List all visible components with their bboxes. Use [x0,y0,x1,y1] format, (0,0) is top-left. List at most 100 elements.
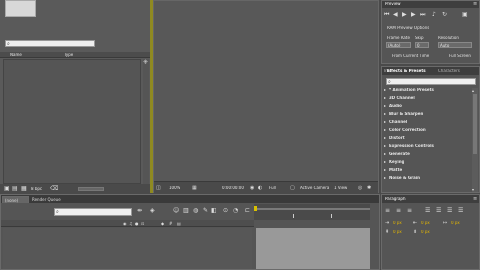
layer-list[interactable] [3,228,252,269]
ram-preview-options-label[interactable]: RAM Preview Options [387,26,429,30]
camera-dropdown[interactable]: Active Camera [300,186,330,190]
justify-last-center-icon[interactable]: ☰ [436,207,441,214]
justify-all-icon[interactable]: ☰ [458,207,463,214]
play-icon[interactable]: ▶ [402,11,407,18]
ram-preview-icon[interactable]: ▣ [462,11,468,18]
timeline-scrollbar[interactable] [371,220,378,269]
loop-icon[interactable]: ↻ [442,11,447,18]
effects-tab-strip: Info Effects & Presets Characters [382,67,479,75]
brainstorm-icon[interactable]: ✎ [203,207,208,214]
last-frame-icon[interactable]: ⏭ [420,11,425,19]
timecode-display[interactable]: 0:00:00:00 [222,186,244,190]
previous-frame-icon[interactable]: ◀ [393,11,398,18]
interpret-footage-icon[interactable]: ▣ [4,185,10,192]
justify-last-left-icon[interactable]: ☰ [425,207,430,214]
audio-switch-icon[interactable]: ♫ [129,221,133,226]
effects-category[interactable]: ▸ Blur & Sharpen [384,112,470,118]
tab-render-queue[interactable]: Render Queue [30,196,74,203]
effects-category[interactable]: ▸ Distort [384,136,470,142]
mute-audio-icon[interactable]: ♪ [432,11,436,18]
column-type[interactable]: Type [64,53,73,57]
space-after-value[interactable]: 0 px [421,230,430,234]
effects-category[interactable]: ▸ Generate [384,152,470,158]
panel-menu-icon[interactable]: ≡ [473,196,477,202]
indent-first-line-value[interactable]: 0 px [451,221,460,225]
clip-icon[interactable]: ⊏ [245,207,250,214]
resolution-dropdown[interactable]: Full [269,186,276,190]
indent-left-value[interactable]: 0 px [393,221,402,225]
align-center-icon[interactable]: ≡ [396,207,401,214]
layer-name-icon[interactable]: ▤ [177,221,181,226]
bpc-indicator[interactable]: 8 bpc [31,187,42,191]
effects-category[interactable]: ▸ * Animation Presets [384,88,470,94]
tab-none[interactable]: (none) [2,196,29,203]
time-ruler[interactable] [254,204,370,220]
work-area-bar[interactable] [254,208,370,210]
view-layout-dropdown[interactable]: 1 View [334,186,354,190]
preview-title[interactable]: Preview [385,2,401,6]
reset-exposure-icon[interactable]: ◎ [358,185,362,191]
justify-last-right-icon[interactable]: ☰ [447,207,452,214]
indent-right-value[interactable]: 0 px [421,221,430,225]
grid-icon[interactable]: ▦ [192,185,197,191]
show-channel-icon[interactable]: ◐ [258,185,262,191]
effects-category[interactable]: ▸ 3D Channel [384,96,470,102]
comp-mini-flowchart-icon[interactable]: ⇹ [137,207,142,214]
timeline-track-area[interactable] [256,228,370,269]
scroll-down-arrow[interactable]: ▾ [472,187,478,192]
project-scrollbar[interactable]: ⁜ [143,59,149,184]
scroll-up-arrow[interactable]: ▴ [472,88,478,93]
column-name[interactable]: Name [10,53,22,57]
label-switch-icon[interactable]: ◆ [161,221,164,226]
motion-blur-icon[interactable]: ◍ [193,207,198,214]
scroll-thumb[interactable] [473,94,477,154]
align-right-icon[interactable]: ≡ [407,207,412,214]
new-folder-icon[interactable]: ▤ [12,185,18,192]
effects-category[interactable]: ▸ Color Correction [384,128,470,134]
tab-effects-presets[interactable]: Effects & Presets [387,69,426,73]
snapshot-icon[interactable]: ◉ [250,185,254,191]
resolution-select[interactable]: Auto [438,42,472,48]
first-frame-icon[interactable]: ⏮ [384,11,389,19]
project-h-scrollbar[interactable] [78,187,104,191]
exposure-icon[interactable]: ✱ [367,185,371,191]
full-screen-checkbox[interactable]: Full Screen [449,54,471,58]
graph-editor-icon[interactable]: ⊙ [223,207,228,214]
solo-switch-icon[interactable]: ● [135,221,139,226]
zoom-level[interactable]: 100% [169,186,180,190]
effects-category[interactable]: ▸ Expression Controls [384,144,470,150]
trash-icon[interactable]: ⌫ [50,185,58,192]
auto-keyframe-icon[interactable]: ◧ [211,207,217,214]
effects-category[interactable]: ▸ Matte [384,168,470,174]
current-time-indicator[interactable] [254,206,257,211]
region-icon[interactable]: ▢ [290,185,295,191]
effects-scrollbar[interactable]: ▴ ▾ [472,88,478,192]
frame-rate-select[interactable]: (Auto) [386,42,411,48]
draft-3d-icon[interactable]: ◈ [150,207,155,214]
from-current-time-checkbox[interactable]: From Current Time [392,54,429,58]
timeline-search-input[interactable]: ⌕ [54,208,132,216]
effects-category[interactable]: ▸ Noise & Grain [384,176,470,182]
paragraph-title[interactable]: Paragraph [385,197,406,201]
always-preview-icon[interactable]: ◫ [156,185,161,191]
shy-layers-icon[interactable]: ☺ [173,207,179,214]
skip-input[interactable]: 0 [415,42,429,48]
align-left-icon[interactable]: ≡ [385,207,390,214]
project-search-input[interactable]: ⌕ [5,40,95,47]
effects-category[interactable]: ▸ Audio [384,104,470,110]
number-switch-icon[interactable]: # [169,221,172,226]
video-switch-icon[interactable]: ◉ [123,221,127,226]
effects-search-input[interactable]: ⌕ [386,78,476,85]
render-time-icon[interactable]: ◔ [233,207,238,214]
effects-category[interactable]: ▸ Channel [384,120,470,126]
panel-menu-icon[interactable]: ≡ [473,1,477,7]
new-composition-icon[interactable]: ▦ [21,185,27,192]
frame-blending-icon[interactable]: ▥ [183,207,189,214]
space-before-value[interactable]: 0 px [393,230,402,234]
composition-canvas[interactable] [154,1,378,181]
lock-switch-icon[interactable]: ⊡ [141,221,144,226]
indent-fields: ⇥ 0 px ⇤ 0 px ↦ 0 px ⇞ 0 px ⇟ 0 px [385,220,477,240]
effects-category[interactable]: ▸ Keying [384,160,470,166]
tab-characters[interactable]: Characters [438,69,460,73]
next-frame-icon[interactable]: ▶ [411,11,416,18]
